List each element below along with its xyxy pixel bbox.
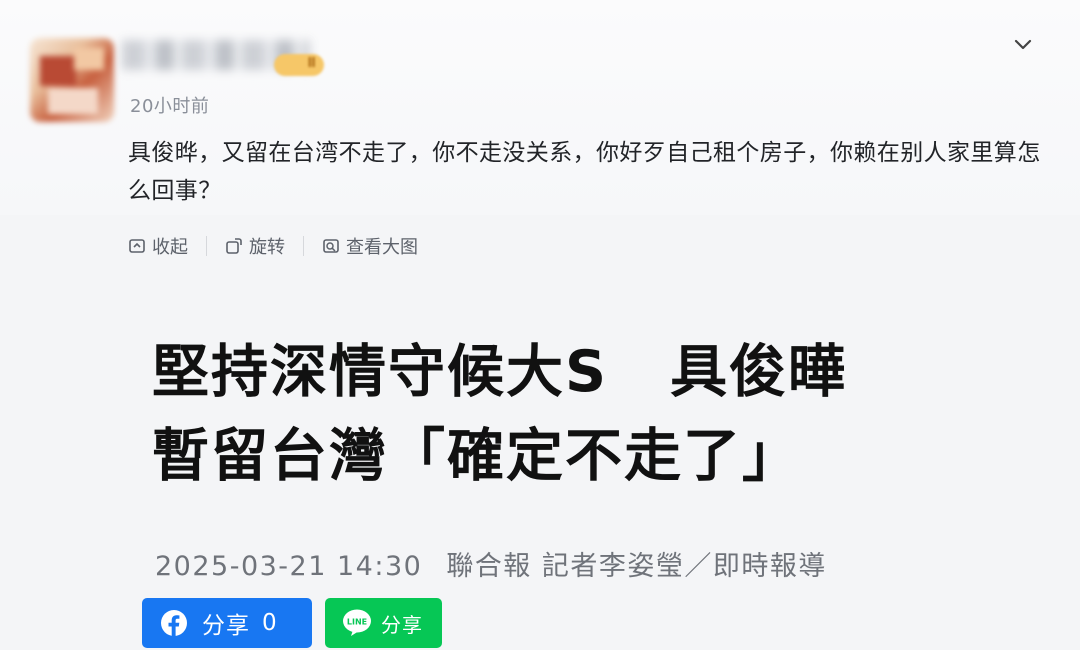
collapse-button[interactable]: 收起 bbox=[128, 233, 188, 259]
article-datetime: 2025-03-21 14:30 bbox=[155, 551, 423, 582]
rotate-icon bbox=[226, 238, 242, 254]
facebook-share-label: 分享 bbox=[202, 613, 250, 639]
comment-card: Ⅱ 20小时前 具俊晔，又留在台湾不走了，你不走没关系，你好歹自己租个房子，你赖… bbox=[0, 0, 1080, 215]
collapse-icon bbox=[129, 239, 145, 253]
view-large-label: 查看大图 bbox=[346, 237, 418, 258]
comment-text: 具俊晔，又留在台湾不走了，你不走没关系，你好歹自己租个房子，你赖在别人家里算怎么… bbox=[128, 140, 1041, 204]
comment-timestamp: 20小时前 bbox=[130, 96, 210, 117]
article-headline: 堅持深情守候大S 具俊曄 暫留台灣「確定不走了」 bbox=[152, 330, 1052, 498]
rotate-label: 旋转 bbox=[249, 237, 285, 258]
avatar[interactable] bbox=[30, 38, 114, 122]
headline-part-2: 具俊曄 bbox=[670, 339, 848, 405]
headline-line-2: 暫留台灣「確定不走了」 bbox=[152, 423, 801, 489]
headline-part-1: 堅持深情守候大S bbox=[152, 339, 609, 405]
line-share-label: 分享 bbox=[381, 612, 423, 637]
image-actions: 收起 旋转 查看大图 bbox=[128, 232, 418, 260]
divider bbox=[206, 236, 207, 256]
chevron-down-icon[interactable] bbox=[1013, 34, 1033, 54]
line-share-button[interactable]: LINE 分享 bbox=[325, 598, 442, 648]
article-byline: 2025-03-21 14:30 聯合報 記者李姿瑩／即時報導 bbox=[155, 544, 827, 583]
screenshot-stage: Ⅱ 20小时前 具俊晔，又留在台湾不走了，你不走没关系，你好歹自己租个房子，你赖… bbox=[0, 0, 1080, 650]
article-source: 聯合報 記者李姿瑩／即時報導 bbox=[446, 551, 827, 582]
collapse-label: 收起 bbox=[152, 237, 188, 258]
facebook-share-count: 0 bbox=[262, 610, 277, 636]
view-large-button[interactable]: 查看大图 bbox=[322, 233, 418, 259]
level-badge: Ⅱ bbox=[274, 54, 324, 76]
svg-text:LINE: LINE bbox=[347, 618, 367, 627]
facebook-icon bbox=[161, 610, 187, 636]
divider bbox=[303, 236, 304, 256]
line-icon: LINE bbox=[343, 609, 371, 636]
view-large-icon bbox=[323, 239, 339, 253]
facebook-share-button[interactable]: 分享 0 bbox=[142, 598, 312, 648]
level-badge-text: Ⅱ bbox=[307, 56, 316, 71]
rotate-button[interactable]: 旋转 bbox=[225, 233, 285, 259]
